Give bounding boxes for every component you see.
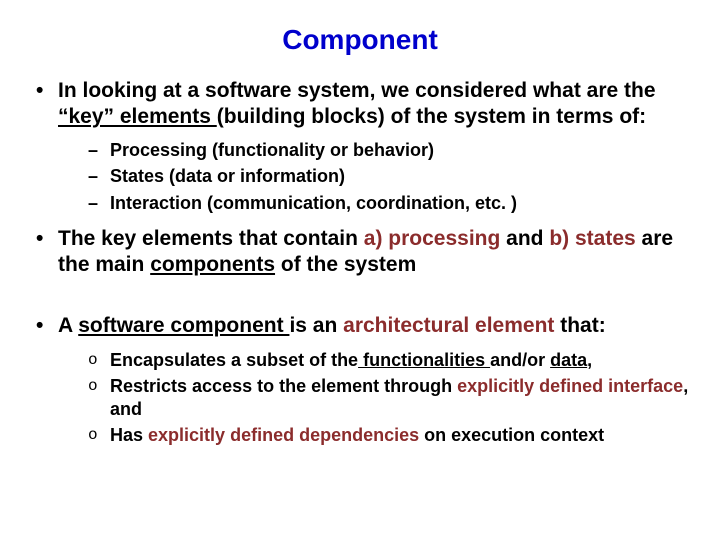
text: that:	[554, 314, 605, 337]
sub-list: Processing (functionality or behavior) S…	[58, 139, 692, 215]
text: Restricts access to the element through	[110, 376, 457, 396]
text-accent: explicitly defined interface	[457, 376, 683, 396]
text-underlined: “key” elements	[58, 105, 217, 128]
text: The key elements that contain	[58, 227, 364, 250]
sub-bullet: Encapsulates a subset of the functionali…	[58, 349, 692, 372]
text-underlined: components	[150, 253, 275, 276]
text: Has	[110, 425, 148, 445]
text: on execution context	[419, 425, 604, 445]
text-accent: architectural element	[343, 314, 554, 337]
text: and	[500, 227, 549, 250]
text-accent: a) processing	[364, 227, 501, 250]
sub-list: Encapsulates a subset of the functionali…	[58, 349, 692, 447]
text: is an	[289, 314, 343, 337]
spacer	[28, 291, 692, 313]
text: Encapsulates a subset of the	[110, 350, 358, 370]
text: (building blocks) of the system in terms…	[217, 105, 646, 128]
text-accent: b) states	[549, 227, 635, 250]
text: In looking at a software system, we cons…	[58, 79, 656, 102]
bullet-3: A software component is an architectural…	[28, 313, 692, 447]
sub-bullet: Interaction (communication, coordination…	[58, 192, 692, 215]
sub-bullet: Restricts access to the element through …	[58, 375, 692, 420]
text: of the system	[275, 253, 416, 276]
sub-bullet: Has explicitly defined dependencies on e…	[58, 424, 692, 447]
slide: Component In looking at a software syste…	[0, 0, 720, 540]
text-underlined: functionalities	[358, 350, 490, 370]
bullet-list: In looking at a software system, we cons…	[28, 78, 692, 447]
text-accent: explicitly defined dependencies	[148, 425, 419, 445]
sub-bullet: States (data or information)	[58, 165, 692, 188]
text: ,	[587, 350, 592, 370]
bullet-2: The key elements that contain a) process…	[28, 226, 692, 279]
text: and/or	[490, 350, 550, 370]
sub-bullet: Processing (functionality or behavior)	[58, 139, 692, 162]
text: A	[58, 314, 78, 337]
text-underlined: data	[550, 350, 587, 370]
text-underlined: software component	[78, 314, 289, 337]
bullet-1: In looking at a software system, we cons…	[28, 78, 692, 214]
slide-title: Component	[28, 24, 692, 56]
